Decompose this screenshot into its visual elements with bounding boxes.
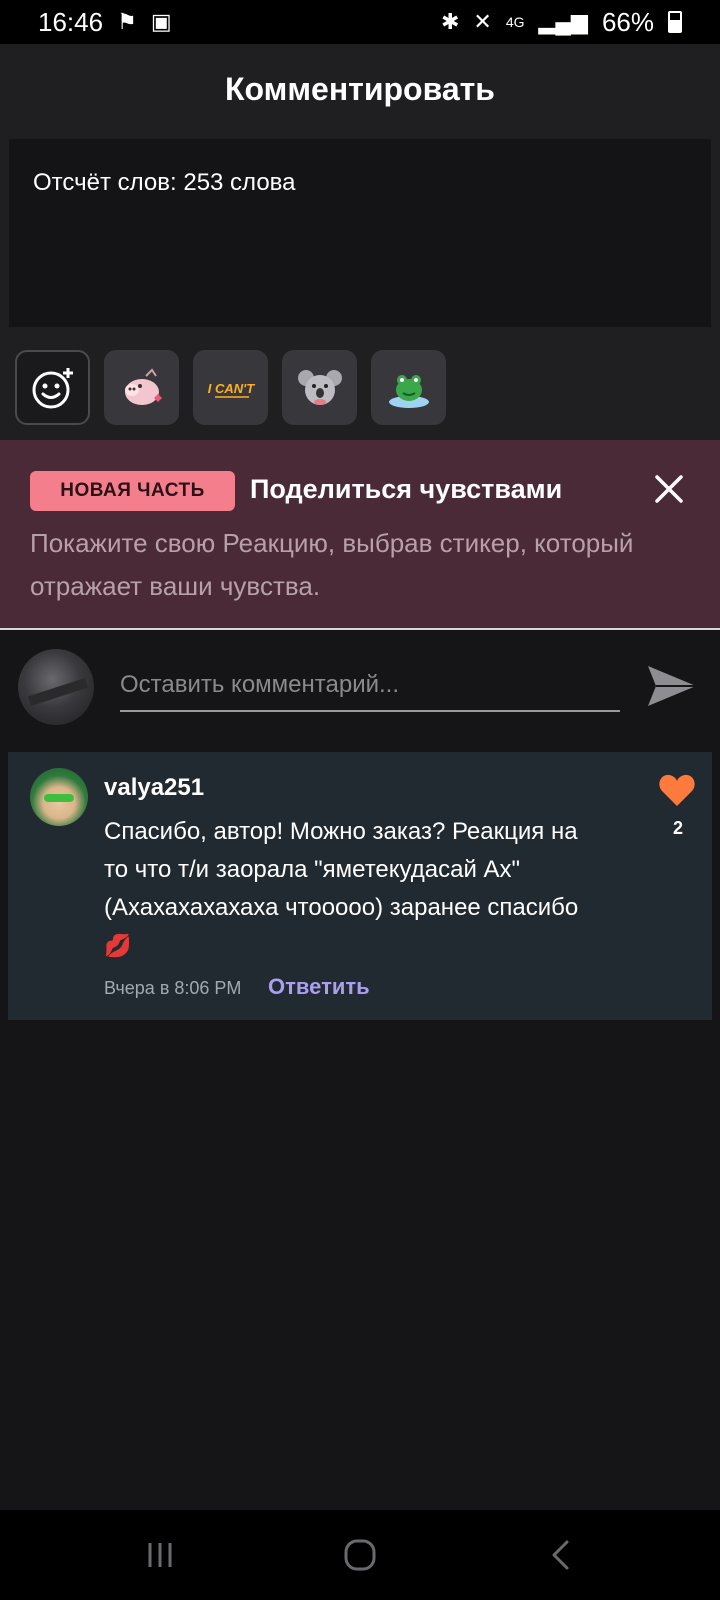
word-count: Отсчёт слов: 253 слова — [33, 169, 296, 196]
comment-username[interactable]: valya251 — [104, 774, 204, 802]
back-icon — [552, 1540, 569, 1570]
header: Комментировать — [0, 44, 720, 134]
comment-text: Спасибо, автор! Можно заказ? Реакция на … — [104, 813, 604, 965]
system-nav-bar — [0, 1510, 720, 1600]
koala-sticker-icon — [297, 369, 342, 405]
lips-emoji: 💋 — [104, 933, 132, 958]
close-icon — [655, 475, 683, 503]
comment-input[interactable] — [120, 660, 620, 712]
status-right: ✱ ✕ 4G ▂▄▆ 66% — [441, 7, 682, 38]
editor-box[interactable]: Отсчёт слов: 253 слова — [9, 139, 711, 327]
home-icon — [344, 1539, 376, 1571]
status-bar: 16:46 ⚑ ▣ ✱ ✕ 4G ▂▄▆ 66% — [0, 0, 720, 44]
recent-apps-button[interactable] — [137, 1532, 183, 1578]
status-left: 16:46 ⚑ ▣ — [38, 7, 172, 38]
like-count: 2 — [672, 818, 683, 838]
frog-sticker-icon — [388, 374, 429, 408]
heart-icon — [659, 774, 695, 806]
reply-button[interactable]: Ответить — [268, 974, 370, 1000]
bluetooth-icon: ✱ — [440, 9, 460, 34]
banner-description: Покажите свою Реакцию, выбрав стикер, ко… — [30, 528, 634, 601]
status-time: 16:46 — [38, 6, 104, 37]
battery-icon — [668, 11, 682, 33]
pig-sticker-icon — [124, 367, 162, 405]
svg-text:I CAN'T: I CAN'T — [207, 381, 254, 396]
banner-close-button[interactable] — [652, 472, 686, 506]
comment-card: valya251 Спасибо, автор! Можно заказ? Ре… — [8, 752, 712, 1020]
send-button[interactable] — [644, 658, 700, 714]
comment-body: Спасибо, автор! Можно заказ? Реакция на … — [104, 818, 579, 921]
back-button[interactable] — [538, 1532, 584, 1578]
i-cant-sticker-icon: I CAN'T — [207, 381, 255, 398]
new-feature-badge: НОВАЯ ЧАСТЬ — [30, 471, 235, 511]
battery-percent: 66% — [601, 6, 654, 37]
notification-icon: ⚑ — [117, 9, 137, 34]
emoji-picker-button[interactable] — [15, 350, 90, 425]
comment-timestamp: Вчера в 8:06 PM — [104, 978, 242, 998]
editor-area: Отсчёт слов: 253 слова — [0, 134, 720, 336]
screenshot-icon: ▣ — [150, 9, 172, 34]
mute-icon: ✕ — [473, 9, 492, 34]
network-icon: 4G — [505, 14, 525, 30]
comment-input-row — [0, 632, 720, 742]
smiley-plus-icon — [32, 367, 73, 408]
sticker-koala-button[interactable] — [282, 350, 357, 425]
home-button[interactable] — [337, 1532, 383, 1578]
signal-icon: ▂▄▆ — [538, 9, 588, 34]
sticker-i-cant-button[interactable]: I CAN'T — [193, 350, 268, 425]
banner-title: Поделиться чувствами — [250, 474, 563, 504]
like-button[interactable] — [658, 772, 696, 808]
sticker-frog-button[interactable] — [371, 350, 446, 425]
send-icon — [648, 666, 696, 706]
current-user-avatar — [18, 649, 94, 725]
recent-apps-icon — [148, 1543, 172, 1567]
sticker-bar: I CAN'T — [0, 336, 720, 440]
sticker-pig-button[interactable] — [104, 350, 179, 425]
share-feelings-banner: НОВАЯ ЧАСТЬ Поделиться чувствами Покажит… — [0, 440, 720, 630]
user-avatar[interactable] — [30, 768, 88, 826]
page-title: Комментировать — [225, 70, 495, 107]
